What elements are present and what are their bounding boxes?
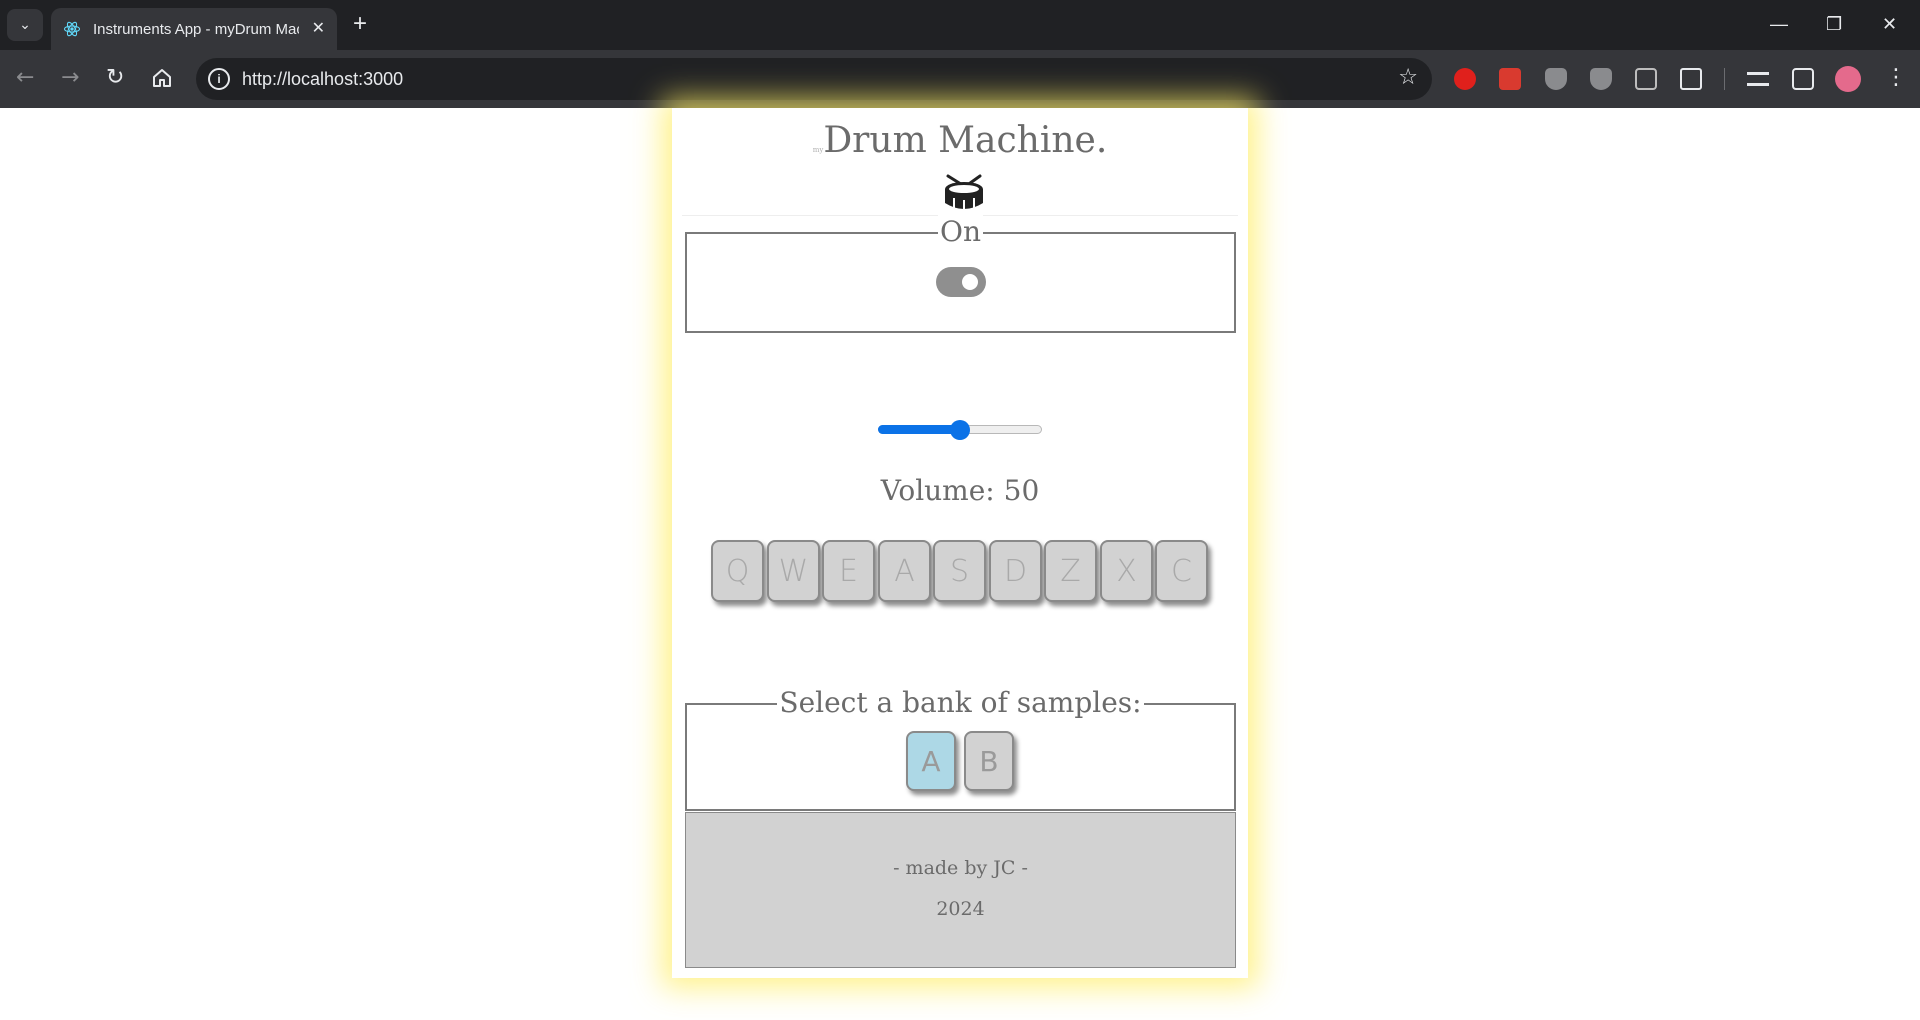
volume-slider-fill — [878, 425, 960, 434]
react-atom-icon — [63, 21, 81, 37]
bank-legend: Select a bank of samples: — [687, 686, 1234, 719]
extensions-puzzle-icon[interactable] — [1680, 68, 1702, 90]
power-fieldset: On — [685, 215, 1236, 333]
drum-machine: myDrum Machine. On Volume: 50 Q W E A S … — [672, 108, 1248, 978]
drum-pad-q[interactable]: Q — [711, 540, 764, 602]
site-info-icon[interactable]: i — [208, 68, 230, 90]
bank-fieldset: Select a bank of samples: A B — [685, 686, 1236, 811]
volume-slider[interactable] — [878, 419, 1042, 440]
volume-display: Volume: 50 — [672, 474, 1248, 507]
drum-pad-w[interactable]: W — [767, 540, 820, 602]
tab-title: Instruments App - myDrum Machine — [93, 20, 299, 38]
extension-box-icon[interactable] — [1635, 68, 1657, 90]
title-text: Drum Machine. — [823, 120, 1108, 161]
drum-pad-s[interactable]: S — [933, 540, 986, 602]
power-toggle-knob — [962, 274, 978, 290]
footer: - made by JC - 2024 — [685, 812, 1236, 968]
drum-pad-d[interactable]: D — [989, 540, 1042, 602]
volume-label: Volume: — [880, 474, 995, 507]
footer-credit: - made by JC - — [893, 857, 1028, 879]
volume-value: 50 — [1003, 474, 1040, 507]
tab-search-chevron-icon[interactable]: ⌄ — [7, 9, 43, 41]
restore-icon[interactable]: ❐ — [1826, 11, 1842, 37]
power-legend: On — [687, 215, 1234, 248]
url-text: http://localhost:3000 — [242, 69, 404, 89]
browser-tab[interactable]: Instruments App - myDrum Machine ✕ — [51, 8, 337, 50]
address-bar[interactable]: i http://localhost:3000 ☆ — [196, 58, 1432, 100]
back-arrow-icon[interactable]: ← — [16, 64, 34, 92]
media-control-icon[interactable] — [1747, 72, 1769, 86]
extension-lock-shield-icon[interactable] — [1590, 68, 1612, 90]
power-legend-text: On — [938, 215, 983, 248]
drum-pad-x[interactable]: X — [1100, 540, 1153, 602]
bookmark-star-icon[interactable]: ☆ — [1398, 65, 1418, 90]
drum-pad-a[interactable]: A — [878, 540, 931, 602]
app-header: myDrum Machine. — [682, 108, 1238, 216]
new-tab-plus-icon[interactable]: + — [353, 11, 367, 37]
tab-close-icon[interactable]: ✕ — [312, 18, 325, 37]
volume-slider-thumb[interactable] — [950, 420, 970, 440]
toolbar-separator — [1724, 68, 1725, 90]
bank-a-button[interactable]: A — [906, 731, 956, 791]
title-prefix: my — [812, 146, 824, 154]
extension-ublock-shield-icon[interactable] — [1545, 68, 1567, 90]
drum-icon — [945, 174, 983, 210]
page-title: myDrum Machine. — [682, 120, 1238, 161]
extension-stop-hand-icon[interactable] — [1454, 68, 1476, 90]
profile-avatar[interactable] — [1835, 66, 1861, 92]
drum-pad-z[interactable]: Z — [1044, 540, 1097, 602]
forward-arrow-icon[interactable]: → — [61, 64, 79, 92]
browser-tab-bar: ⌄ Instruments App - myDrum Machine ✕ + —… — [0, 0, 1920, 50]
drum-pad-c[interactable]: C — [1155, 540, 1208, 602]
power-toggle[interactable] — [936, 267, 986, 297]
drum-pads: Q W E A S D Z X C — [711, 540, 1211, 604]
home-icon[interactable] — [150, 66, 174, 90]
browser-menu-icon[interactable]: ⋮ — [1885, 64, 1907, 92]
bank-b-button[interactable]: B — [964, 731, 1014, 791]
footer-year: 2024 — [936, 898, 985, 920]
window-close-icon[interactable]: ✕ — [1882, 11, 1897, 37]
bank-legend-text: Select a bank of samples: — [777, 686, 1144, 719]
extension-red-icon[interactable] — [1499, 68, 1521, 90]
drum-pad-e[interactable]: E — [822, 540, 875, 602]
side-panel-icon[interactable] — [1792, 68, 1814, 90]
minimize-icon[interactable]: — — [1770, 11, 1788, 37]
browser-toolbar: ← → ↻ i http://localhost:3000 ☆ ⋮ — [0, 50, 1920, 108]
reload-icon[interactable]: ↻ — [106, 64, 124, 92]
